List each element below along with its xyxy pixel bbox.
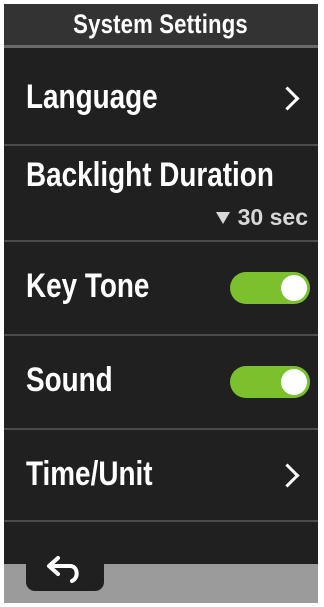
sound-setting-row[interactable]: Sound [4,336,318,430]
backlight-duration-setting-row[interactable]: Backlight Duration 30 sec [4,146,318,242]
language-setting-row[interactable]: Language [4,48,318,146]
chevron-right-icon [275,86,300,111]
key-tone-setting-row[interactable]: Key Tone [4,242,318,336]
sound-label: Sound [26,361,113,399]
backlight-duration-dropdown[interactable]: 30 sec [215,204,308,231]
time-unit-label: Time/Unit [26,455,153,493]
title-bar: System Settings [4,4,318,48]
back-arrow-icon [45,556,85,584]
backlight-duration-label: Backlight Duration [26,156,274,194]
toggle-knob [281,369,307,395]
dropdown-triangle-icon [215,212,230,224]
chevron-right-icon [275,463,300,488]
back-button[interactable] [26,549,104,591]
toggle-knob [281,275,307,301]
system-settings-screen: System Settings Language Backlight Durat… [4,4,318,603]
key-tone-toggle[interactable] [230,272,310,304]
backlight-duration-value: 30 sec [237,204,308,230]
device-screen: System Settings Language Backlight Durat… [0,0,324,607]
time-unit-setting-row[interactable]: Time/Unit [4,430,318,522]
language-label: Language [26,78,158,116]
page-title: System Settings [73,9,249,39]
key-tone-label: Key Tone [26,267,150,305]
sound-toggle[interactable] [230,366,310,398]
